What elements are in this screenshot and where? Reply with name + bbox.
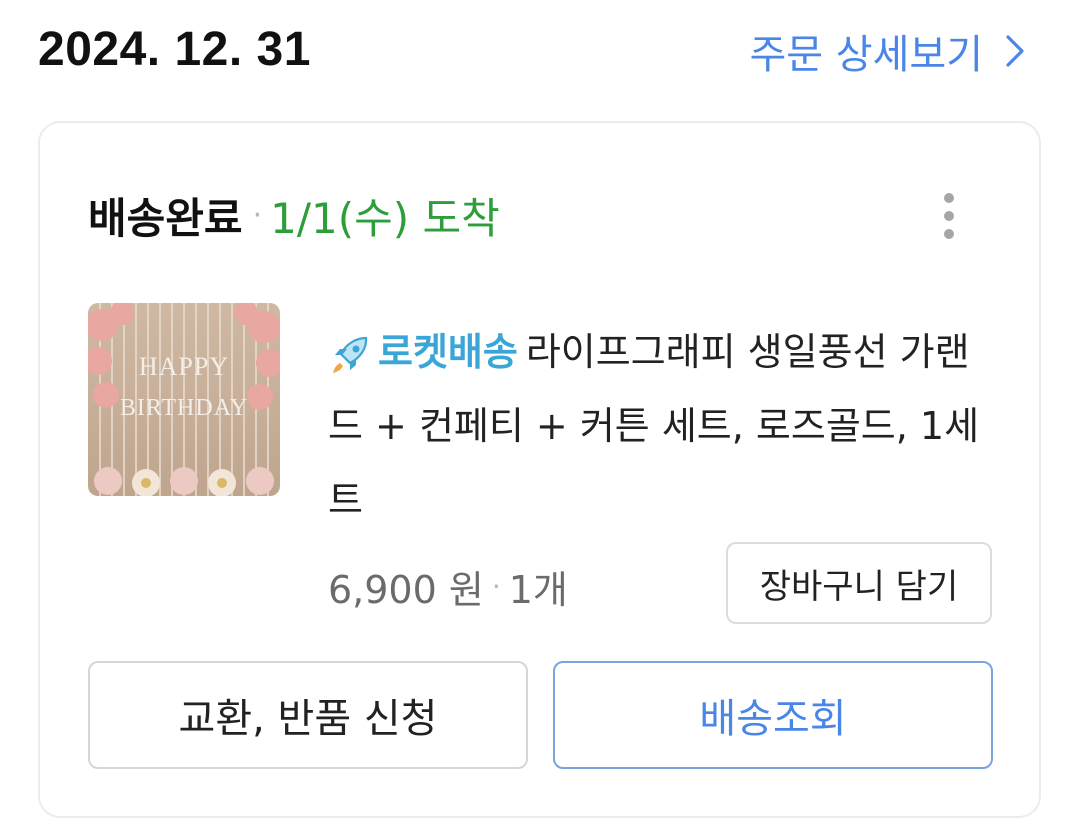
order-card: 배송완료 · 1/1(수) 도착 HAPPY BIRTHDAY 로켓배송 라이프… [38, 121, 1041, 818]
product-thumbnail[interactable]: HAPPY BIRTHDAY [88, 303, 280, 496]
status-separator: · [252, 198, 263, 233]
order-date: 2024. 12. 31 [38, 23, 311, 76]
product-quantity: 1개 [508, 568, 568, 612]
rocket-delivery-label: 로켓배송 [378, 330, 518, 374]
chevron-right-icon [1005, 34, 1025, 68]
arrival-date: 1/1(수) 도착 [270, 194, 500, 243]
order-page: 2024. 12. 31 주문 상세보기 배송완료 · 1/1(수) 도착 HA… [0, 0, 1079, 839]
exchange-return-button[interactable]: 교환, 반품 신청 [88, 661, 528, 769]
svg-text:HAPPY: HAPPY [139, 352, 229, 381]
add-to-cart-button[interactable]: 장바구니 담기 [726, 542, 992, 624]
delivery-status-row: 배송완료 · 1/1(수) 도착 [88, 185, 500, 246]
product-price: 6,900 원 [328, 568, 484, 612]
rocket-icon [328, 315, 378, 389]
order-detail-link[interactable]: 주문 상세보기 [749, 22, 1025, 80]
track-delivery-button[interactable]: 배송조회 [553, 661, 993, 769]
price-separator: · [491, 570, 501, 603]
order-detail-label: 주문 상세보기 [749, 32, 983, 78]
delivery-status: 배송완료 [88, 194, 243, 243]
more-vertical-icon[interactable] [939, 193, 959, 239]
svg-text:BIRTHDAY: BIRTHDAY [120, 395, 248, 421]
rocket-delivery-badge: 로켓배송 [328, 315, 518, 389]
price-row: 6,900 원 · 1개 [328, 559, 568, 614]
product-name-link[interactable]: 로켓배송 라이프그래피 생일풍선 가랜드 + 컨페티 + 커튼 세트, 로즈골드… [328, 315, 988, 537]
